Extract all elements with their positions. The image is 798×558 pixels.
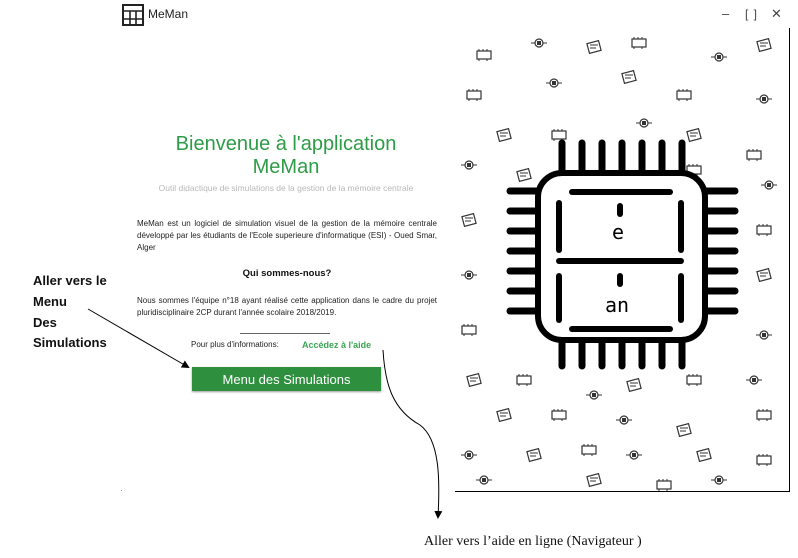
chip-label-bottom: an: [605, 293, 630, 317]
chip-icon: [506, 139, 739, 370]
chip-label-top: e: [612, 220, 625, 244]
arrow-to-help: [382, 349, 443, 519]
arrow-to-menu: [87, 308, 190, 369]
